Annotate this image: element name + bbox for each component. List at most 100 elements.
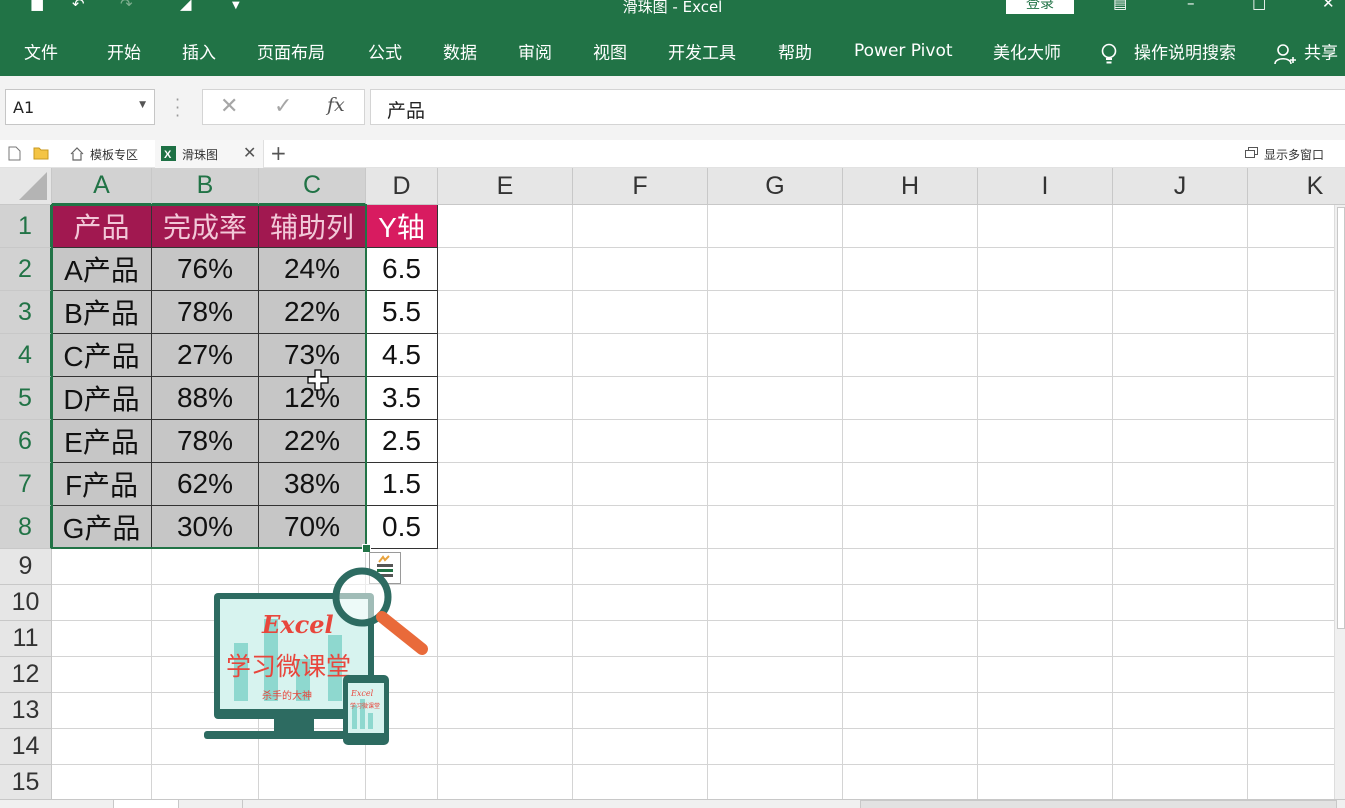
column-header-f[interactable]: F [573, 168, 708, 205]
column-header-a[interactable]: A [52, 168, 152, 205]
column-header-h[interactable]: H [843, 168, 978, 205]
cell-c2[interactable]: 24% [259, 248, 366, 291]
worksheet-grid[interactable]: 产品 完成率 辅助列 Y轴 A产品 76% 24% 6.5 B产品 78% 22% 5.5 C产品 27%… [0, 168, 1345, 807]
cell-a7[interactable]: F产品 [52, 463, 152, 506]
row-header-12[interactable]: 12 [0, 657, 52, 693]
lightbulb-icon[interactable] [1100, 42, 1118, 68]
cell-b2[interactable]: 76% [152, 248, 259, 291]
chevron-down-icon[interactable]: ▼ [139, 100, 146, 110]
column-header-k[interactable]: K [1248, 168, 1345, 205]
cell-b4[interactable]: 27% [152, 334, 259, 377]
multi-window-icon [1245, 147, 1258, 158]
tab-formulas[interactable]: 公式 [368, 39, 402, 64]
share-user-icon[interactable] [1274, 42, 1296, 68]
cell-d2[interactable]: 6.5 [366, 248, 438, 291]
row-header-6[interactable]: 6 [0, 420, 52, 463]
cell-b7[interactable]: 62% [152, 463, 259, 506]
new-file-icon[interactable] [8, 146, 21, 161]
row-header-15[interactable]: 15 [0, 765, 52, 801]
column-header-i[interactable]: I [978, 168, 1113, 205]
cell-d3[interactable]: 5.5 [366, 291, 438, 334]
tab-page-layout[interactable]: 页面布局 [257, 39, 325, 64]
cell-a1[interactable]: 产品 [52, 205, 152, 248]
cell-c3[interactable]: 22% [259, 291, 366, 334]
cell-b5[interactable]: 88% [152, 377, 259, 420]
folder-icon[interactable] [33, 146, 49, 160]
row-header-14[interactable]: 14 [0, 729, 52, 765]
maximize-icon[interactable]: □ [1252, 0, 1266, 12]
cell-d6[interactable]: 2.5 [366, 420, 438, 463]
minimize-icon[interactable]: – [1187, 0, 1195, 12]
column-header-d[interactable]: D [366, 168, 438, 205]
check-icon[interactable]: ✓ [274, 94, 292, 119]
multi-window-button[interactable]: 显示多窗口 [1245, 146, 1324, 163]
tab-beautify[interactable]: 美化大师 [993, 39, 1061, 64]
new-tab-icon[interactable]: + [270, 141, 287, 165]
logo-title: Excel [261, 610, 334, 639]
row-header-10[interactable]: 10 [0, 585, 52, 621]
row-header-1[interactable]: 1 [0, 205, 52, 248]
tab-developer[interactable]: 开发工具 [668, 39, 736, 64]
formula-bar: A1 ▼ · · · ✕ ✓ fx 产品 [0, 76, 1345, 140]
row-header-11[interactable]: 11 [0, 621, 52, 657]
row-header-2[interactable]: 2 [0, 248, 52, 291]
column-header-e[interactable]: E [438, 168, 573, 205]
cell-d4[interactable]: 4.5 [366, 334, 438, 377]
formula-input[interactable]: 产品 [370, 89, 1345, 125]
close-icon[interactable]: ✕ [1322, 0, 1335, 12]
cell-b8[interactable]: 30% [152, 506, 259, 549]
column-header-g[interactable]: G [708, 168, 843, 205]
row-header-13[interactable]: 13 [0, 693, 52, 729]
logo-phone-subtitle: 学习微课堂 [350, 702, 380, 710]
column-header-j[interactable]: J [1113, 168, 1248, 205]
column-header-c[interactable]: C [259, 168, 366, 205]
row-header-8[interactable]: 8 [0, 506, 52, 549]
tab-view[interactable]: 视图 [593, 39, 627, 64]
insert-function-button[interactable]: fx [327, 94, 345, 116]
ribbon-display-icon[interactable]: ▤ [1113, 0, 1127, 12]
tab-home[interactable]: 开始 [107, 39, 141, 64]
doc-tab-template[interactable]: 模板专区 [60, 140, 156, 168]
select-all-corner[interactable] [0, 168, 52, 205]
doc-tab-active[interactable]: X 滑珠图 ✕ [155, 140, 264, 168]
cell-a2[interactable]: A产品 [52, 248, 152, 291]
row-header-5[interactable]: 5 [0, 377, 52, 420]
tab-review[interactable]: 审阅 [518, 39, 552, 64]
tell-me-search[interactable]: 操作说明搜索 [1134, 39, 1236, 64]
cell-c6[interactable]: 22% [259, 420, 366, 463]
tab-insert[interactable]: 插入 [182, 39, 216, 64]
close-tab-icon[interactable]: ✕ [243, 143, 256, 162]
cell-b1[interactable]: 完成率 [152, 205, 259, 248]
cell-d5[interactable]: 3.5 [366, 377, 438, 420]
cell-a5[interactable]: D产品 [52, 377, 152, 420]
cell-a3[interactable]: B产品 [52, 291, 152, 334]
row-header-9[interactable]: 9 [0, 549, 52, 585]
share-button[interactable]: 共享 [1304, 39, 1338, 64]
cell-a6[interactable]: E产品 [52, 420, 152, 463]
logo-subtitle: 学习微课堂 [226, 652, 351, 681]
cell-c1[interactable]: 辅助列 [259, 205, 366, 248]
cell-b6[interactable]: 78% [152, 420, 259, 463]
name-box[interactable]: A1 ▼ [5, 89, 155, 125]
vertical-scrollbar-thumb[interactable] [1337, 207, 1345, 629]
row-header-3[interactable]: 3 [0, 291, 52, 334]
cell-c8[interactable]: 70% [259, 506, 366, 549]
tab-file[interactable]: 文件 [24, 39, 58, 64]
cell-d1[interactable]: Y轴 [366, 205, 438, 248]
drag-handle-icon[interactable]: · · · [175, 92, 180, 124]
tab-data[interactable]: 数据 [443, 39, 477, 64]
tab-help[interactable]: 帮助 [778, 39, 812, 64]
cell-a4[interactable]: C产品 [52, 334, 152, 377]
cell-d7[interactable]: 1.5 [366, 463, 438, 506]
cell-b3[interactable]: 78% [152, 291, 259, 334]
tab-power-pivot[interactable]: Power Pivot [854, 41, 953, 61]
cell-a8[interactable]: G产品 [52, 506, 152, 549]
cell-c7[interactable]: 38% [259, 463, 366, 506]
cell-d8[interactable]: 0.5 [366, 506, 438, 549]
column-header-b[interactable]: B [152, 168, 259, 205]
login-button[interactable]: 登录 [1006, 0, 1074, 14]
row-header-7[interactable]: 7 [0, 463, 52, 506]
vertical-scrollbar[interactable] [1334, 205, 1345, 807]
row-header-4[interactable]: 4 [0, 334, 52, 377]
cancel-icon[interactable]: ✕ [220, 94, 238, 119]
